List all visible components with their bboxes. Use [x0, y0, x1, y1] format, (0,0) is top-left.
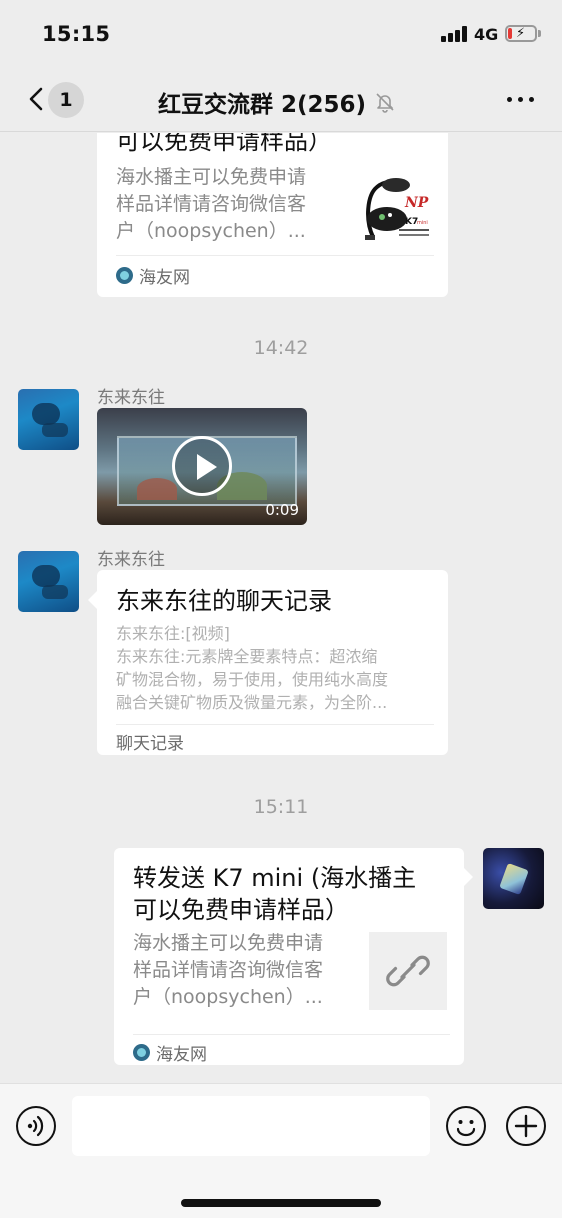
status-time: 15:15 — [42, 22, 111, 46]
timestamp: 14:42 — [253, 337, 309, 359]
video-duration: 0:09 — [265, 501, 299, 519]
link-card-desc: 海水播主可以免费申请 样品详情请咨询微信客 户（noopsychen）... — [116, 166, 307, 242]
timestamp: 15:11 — [253, 796, 309, 818]
voice-button[interactable] — [16, 1106, 56, 1146]
voice-icon — [27, 1115, 44, 1137]
play-icon[interactable] — [172, 436, 232, 496]
chat-record-footer: 聊天记录 — [116, 734, 184, 754]
link-card-source: 海友网 — [116, 263, 190, 288]
sender-name: 东来东往 — [97, 388, 165, 408]
link-thumbnail — [369, 932, 447, 1010]
avatar[interactable] — [18, 389, 79, 450]
network-label: 4G — [474, 25, 499, 44]
emoji-icon — [456, 1120, 476, 1137]
battery-icon: ⚡ — [505, 25, 537, 42]
chat-messages[interactable]: 可以免费申请样品） 海水播主可以免费申请 样品详情请咨询微信客 户（noopsy… — [0, 133, 562, 1083]
product-brand-logo: NP — [404, 195, 429, 211]
link-card[interactable]: 可以免费申请样品） 海水播主可以免费申请 样品详情请咨询微信客 户（noopsy… — [97, 133, 448, 297]
input-bar — [0, 1083, 562, 1218]
more-options-button[interactable] — [500, 86, 540, 112]
chat-record-preview: 东来东往:[视频] 东来东往:元素牌全要素特点：超浓缩 矿物混合物，易于使用，使… — [116, 624, 389, 712]
message-input[interactable] — [72, 1096, 430, 1156]
link-card-source: 海友网 — [133, 1040, 207, 1065]
emoji-button[interactable] — [446, 1106, 486, 1146]
link-card[interactable]: 转发送 K7 mini (海水播主 可以免费申请样品） 海水播主可以免费申请 样… — [114, 848, 464, 1065]
more-functions-button[interactable] — [506, 1106, 546, 1146]
chat-title-wrap: 红豆交流群 2(256) — [0, 85, 562, 119]
avatar[interactable] — [483, 848, 544, 909]
link-card-title: 转发送 K7 mini (海水播主 可以免费申请样品） — [133, 864, 417, 924]
link-card-title: 可以免费申请样品） — [116, 133, 332, 155]
source-logo-icon — [133, 1044, 150, 1061]
home-indicator — [181, 1199, 381, 1207]
chat-record-title: 东来东往的聊天记录 — [116, 587, 332, 615]
chat-title: 红豆交流群 2(256) — [157, 92, 367, 118]
product-thumbnail: NP K7 mini — [355, 165, 433, 243]
avatar[interactable] — [18, 551, 79, 612]
plus-icon — [514, 1114, 538, 1138]
chat-header: 1 红豆交流群 2(256) — [0, 66, 562, 132]
product-model-suffix: mini — [417, 220, 428, 226]
source-logo-icon — [116, 267, 133, 284]
chat-record-card[interactable]: 东来东往的聊天记录 东来东往:[视频] 东来东往:元素牌全要素特点：超浓缩 矿物… — [97, 570, 448, 755]
video-message[interactable]: 0:09 — [97, 408, 307, 525]
link-icon — [386, 955, 430, 987]
battery-tip — [538, 30, 541, 37]
status-bar: 15:15 4G ⚡ — [0, 0, 562, 66]
signal-icon — [441, 26, 467, 42]
link-card-desc: 海水播主可以免费申请 样品详情请咨询微信客 户（noopsychen）... — [133, 932, 324, 1008]
sender-name: 东来东往 — [97, 550, 165, 570]
mute-bell-icon — [376, 93, 394, 113]
